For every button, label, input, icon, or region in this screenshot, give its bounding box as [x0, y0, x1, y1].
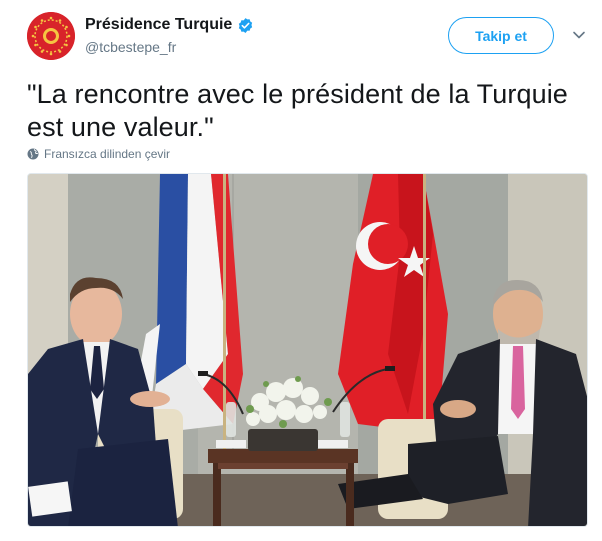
follow-button[interactable]: Takip et	[448, 17, 554, 54]
name-row: Présidence Turquie	[85, 16, 254, 34]
tweet-text: "La rencontre avec le président de la Tu…	[27, 79, 568, 142]
meeting-photo	[28, 174, 587, 526]
seal-icon	[27, 12, 75, 60]
tweet-header: Présidence Turquie @tcbestepe_fr Takip e…	[27, 12, 587, 62]
translate-label: Fransızca dilinden çevir	[44, 147, 171, 161]
display-name[interactable]: Présidence Turquie	[85, 16, 232, 34]
chevron-down-icon[interactable]	[572, 30, 586, 40]
translate-link[interactable]: Fransızca dilinden çevir	[27, 147, 170, 161]
globe-icon	[27, 148, 39, 160]
verified-badge-icon	[239, 17, 253, 33]
user-handle[interactable]: @tcbestepe_fr	[85, 39, 176, 55]
profile-avatar[interactable]	[27, 12, 75, 60]
tweet-photo[interactable]	[27, 173, 588, 527]
